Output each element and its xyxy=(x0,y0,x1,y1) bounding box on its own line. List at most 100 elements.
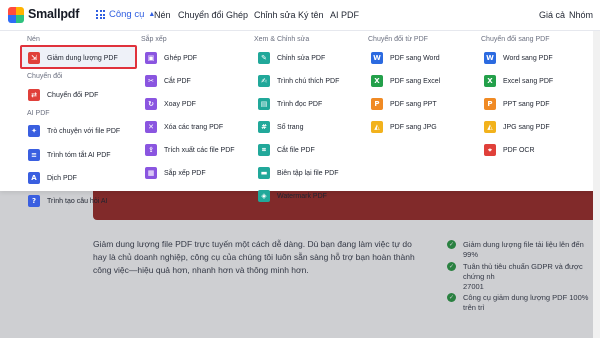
menu-item-label: Word sang PDF xyxy=(503,54,553,62)
menu-item-label: Dịch PDF xyxy=(47,174,77,182)
menu-item-label: PDF sang PPT xyxy=(390,100,437,108)
ocr-icon: ⌖ xyxy=(484,144,496,156)
tools-menu-button[interactable]: Công cụ ▲ xyxy=(92,4,159,25)
menu-item-label: PDF sang Word xyxy=(390,54,440,62)
heading-convert-from-pdf: Chuyển đổi từ PDF xyxy=(368,36,428,43)
menu-item-pdf-to-ppt[interactable]: P PDF sang PPT xyxy=(371,97,437,111)
menu-item-annotate-pdf[interactable]: ✍ Trình chú thích PDF xyxy=(258,74,339,88)
annotate-icon: ✍ xyxy=(258,75,270,87)
nav-edit[interactable]: Chỉnh sửa xyxy=(254,10,296,20)
menu-item-label: Watermark PDF xyxy=(277,192,327,200)
convert-icon: ⇄ xyxy=(28,89,40,101)
menu-item-pdf-to-excel[interactable]: X PDF sang Excel xyxy=(371,74,440,88)
summarizer-icon: ≡ xyxy=(28,149,40,161)
nav-merge[interactable]: Ghép xyxy=(226,10,248,20)
menu-item-organize-pdf[interactable]: ▦ Sắp xếp PDF xyxy=(145,166,206,180)
nav-pricing[interactable]: Giá cả xyxy=(539,10,565,20)
nav-teams[interactable]: Nhóm xyxy=(569,10,593,20)
word-icon: W xyxy=(484,52,496,64)
tools-label: Công cụ xyxy=(109,9,145,20)
delete-pages-icon: ✕ xyxy=(145,121,157,133)
top-navigation-bar: Smallpdf Công cụ ▲ Nén Chuyển đổi Ghép C… xyxy=(0,0,600,31)
menu-item-ppt-to-pdf[interactable]: P PPT sang PDF xyxy=(484,97,550,111)
page-numbers-icon: # xyxy=(258,121,270,133)
edit-icon: ✎ xyxy=(258,52,270,64)
menu-item-label: JPG sang PDF xyxy=(503,123,550,131)
heading-ai-pdf: AI PDF xyxy=(27,110,50,117)
heading-organize: Sắp xếp xyxy=(141,36,167,43)
menu-item-pdf-to-jpg[interactable]: ◭ PDF sang JPG xyxy=(371,120,437,134)
heading-convert-to-pdf: Chuyển đổi sang PDF xyxy=(481,36,550,43)
split-icon: ✂ xyxy=(145,75,157,87)
menu-item-pdf-ocr[interactable]: ⌖ PDF OCR xyxy=(484,143,535,157)
menu-item-label: Trình tạo câu hỏi AI xyxy=(47,197,108,205)
menu-item-redact-pdf[interactable]: ▬ Biên tập lại file PDF xyxy=(258,166,338,180)
menu-item-delete-pages[interactable]: ✕ Xóa các trang PDF xyxy=(145,120,223,134)
menu-item-translate-pdf[interactable]: A Dịch PDF xyxy=(28,171,77,185)
backdrop-overlay[interactable] xyxy=(0,191,600,338)
menu-item-label: PDF sang JPG xyxy=(390,123,437,131)
menu-item-label: Excel sang PDF xyxy=(503,77,554,85)
menu-item-label: Chuyển đổi PDF xyxy=(47,91,99,99)
redact-icon: ▬ xyxy=(258,167,270,179)
menu-item-crop-pdf[interactable]: ⌗ Cắt file PDF xyxy=(258,143,315,157)
word-icon: W xyxy=(371,52,383,64)
grid-icon xyxy=(96,10,105,19)
menu-item-pdf-reader[interactable]: ▤ Trình đọc PDF xyxy=(258,97,322,111)
menu-item-watermark-pdf[interactable]: ◈ Watermark PDF xyxy=(258,189,327,203)
menu-item-label: Cắt file PDF xyxy=(277,146,315,154)
menu-item-compress-pdf[interactable]: ⇲ Giảm dung lượng PDF xyxy=(28,51,118,65)
merge-icon: ▣ xyxy=(145,52,157,64)
jpg-icon: ◭ xyxy=(371,121,383,133)
nav-ai-pdf[interactable]: AI PDF xyxy=(330,10,359,20)
menu-item-rotate-pdf[interactable]: ↻ Xoay PDF xyxy=(145,97,196,111)
menu-item-word-to-pdf[interactable]: W Word sang PDF xyxy=(484,51,553,65)
menu-item-merge-pdf[interactable]: ▣ Ghép PDF xyxy=(145,51,197,65)
ppt-icon: P xyxy=(484,98,496,110)
excel-icon: X xyxy=(484,75,496,87)
menu-item-jpg-to-pdf[interactable]: ◭ JPG sang PDF xyxy=(484,120,550,134)
compress-icon: ⇲ xyxy=(28,52,40,64)
smallpdf-logo-icon[interactable] xyxy=(8,7,24,23)
menu-item-label: Trò chuyện với file PDF xyxy=(47,127,121,135)
menu-item-split-pdf[interactable]: ✂ Cắt PDF xyxy=(145,74,191,88)
menu-item-label: Xóa các trang PDF xyxy=(164,123,224,131)
question-icon: ? xyxy=(28,195,40,207)
menu-item-label: Sắp xếp PDF xyxy=(164,169,206,177)
menu-item-extract-pdf[interactable]: ⇪ Trích xuất các file PDF xyxy=(145,143,235,157)
menu-item-ai-summarizer[interactable]: ≡ Trình tóm tắt AI PDF xyxy=(28,148,111,162)
heading-convert: Chuyển đổi xyxy=(27,73,63,80)
crop-icon: ⌗ xyxy=(258,144,270,156)
menu-item-label: PPT sang PDF xyxy=(503,100,550,108)
nav-compress[interactable]: Nén xyxy=(154,10,171,20)
excel-icon: X xyxy=(371,75,383,87)
menu-item-label: Biên tập lại file PDF xyxy=(277,169,339,177)
jpg-icon: ◭ xyxy=(484,121,496,133)
tools-dropdown-menu: Nén ⇲ Giảm dung lượng PDF Chuyển đổi ⇄ C… xyxy=(0,31,600,207)
menu-item-excel-to-pdf[interactable]: X Excel sang PDF xyxy=(484,74,553,88)
menu-item-ai-question-generator[interactable]: ? Trình tạo câu hỏi AI xyxy=(28,194,107,208)
menu-item-edit-pdf[interactable]: ✎ Chỉnh sửa PDF xyxy=(258,51,325,65)
menu-item-chat-pdf[interactable]: ✦ Trò chuyện với file PDF xyxy=(28,124,120,138)
menu-item-label: Chỉnh sửa PDF xyxy=(277,54,326,62)
menu-item-label: Ghép PDF xyxy=(164,54,198,62)
translate-icon: A xyxy=(28,172,40,184)
menu-item-label: Trình chú thích PDF xyxy=(277,77,340,85)
reader-icon: ▤ xyxy=(258,98,270,110)
heading-compress: Nén xyxy=(27,36,40,43)
nav-sign[interactable]: Ký tên xyxy=(298,10,324,20)
menu-item-label: Trình tóm tắt AI PDF xyxy=(47,151,111,159)
menu-item-pdf-to-word[interactable]: W PDF sang Word xyxy=(371,51,440,65)
menu-item-page-numbers[interactable]: # Số trang xyxy=(258,120,303,134)
menu-item-label: Trình đọc PDF xyxy=(277,100,323,108)
menu-item-label: PDF sang Excel xyxy=(390,77,441,85)
menu-item-label: Số trang xyxy=(277,123,304,131)
menu-item-label: Giảm dung lượng PDF xyxy=(47,54,118,62)
brand-name[interactable]: Smallpdf xyxy=(28,7,79,21)
watermark-icon: ◈ xyxy=(258,190,270,202)
organize-icon: ▦ xyxy=(145,167,157,179)
scrollbar[interactable] xyxy=(593,31,600,338)
nav-convert[interactable]: Chuyển đổi xyxy=(178,10,224,20)
menu-item-convert-pdf[interactable]: ⇄ Chuyển đổi PDF xyxy=(28,88,98,102)
chat-icon: ✦ xyxy=(28,125,40,137)
